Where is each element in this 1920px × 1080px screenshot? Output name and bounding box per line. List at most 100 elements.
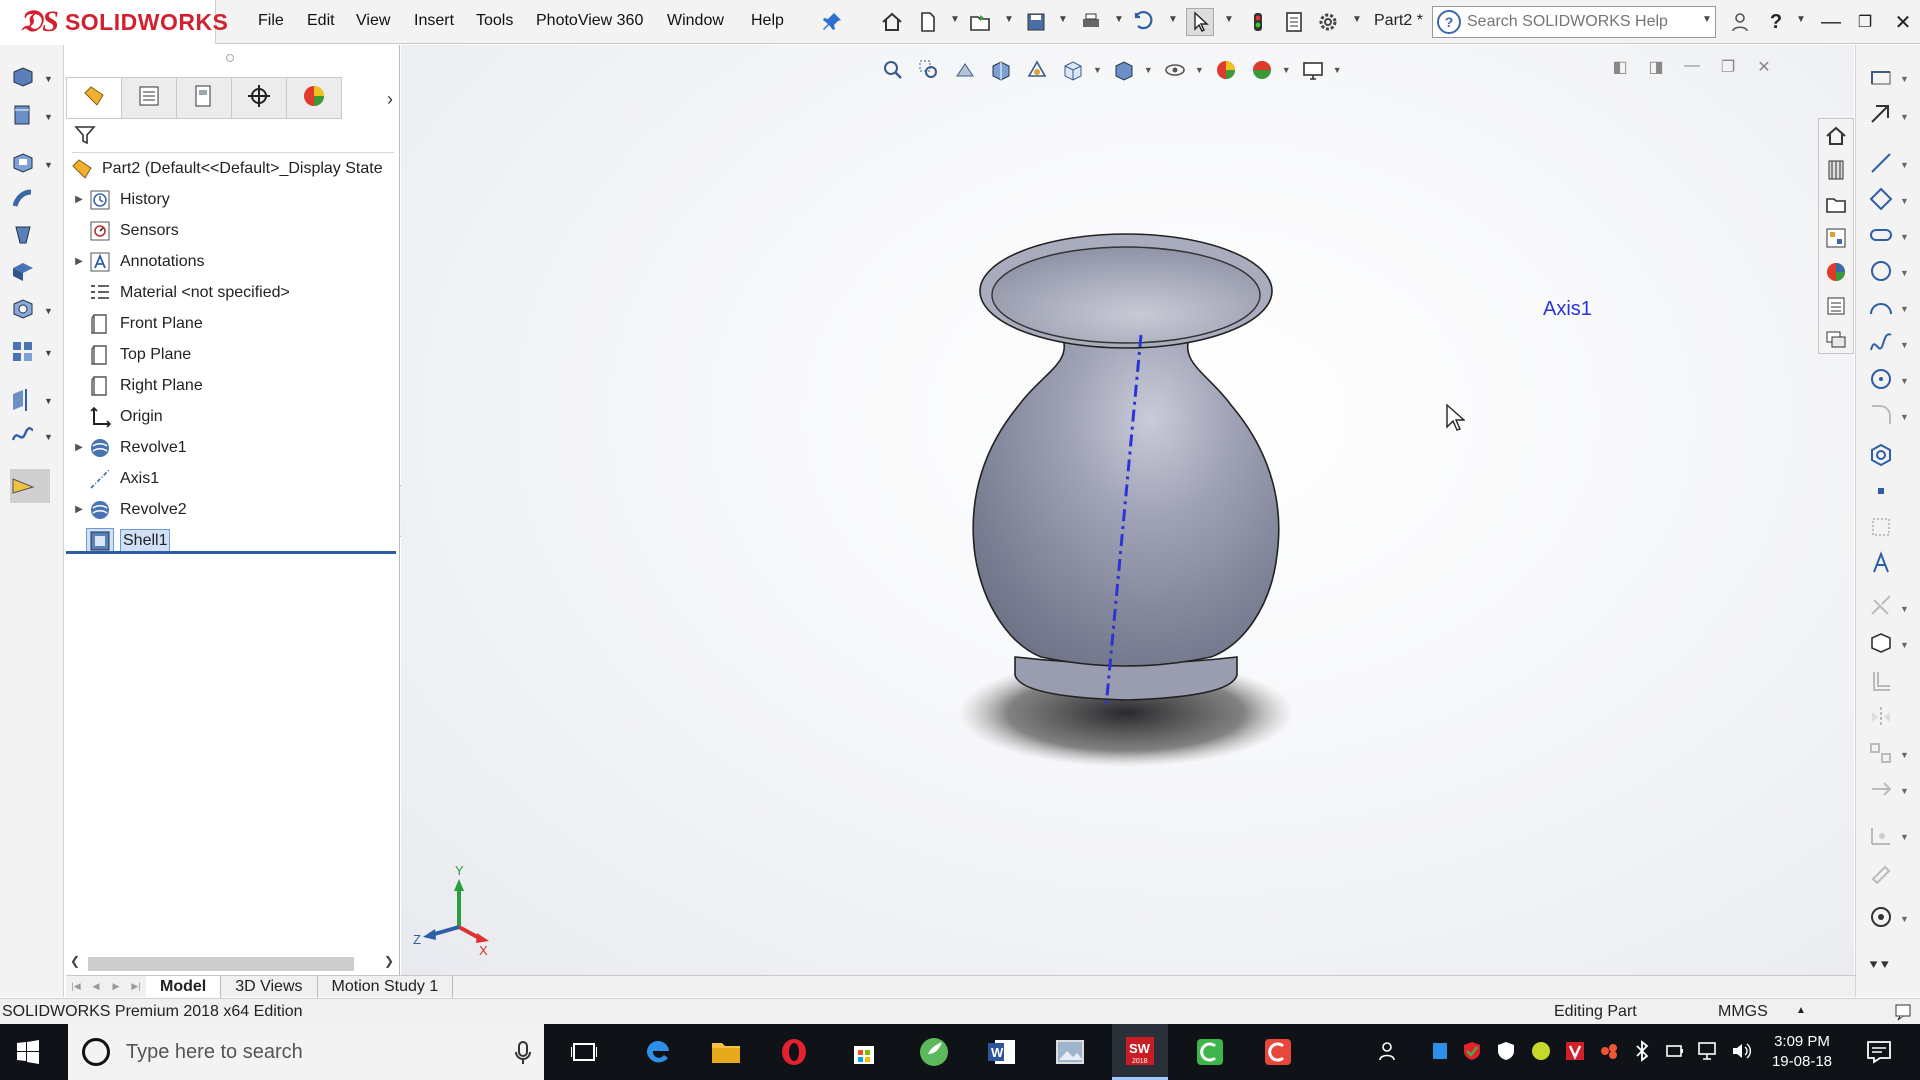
appearances-scenes-icon[interactable] (1819, 255, 1853, 289)
panel-grip-icon[interactable] (226, 54, 234, 62)
forum-chat-icon[interactable] (1819, 323, 1853, 357)
menu-tools[interactable]: Tools (476, 12, 513, 30)
print-icon[interactable] (1077, 8, 1105, 36)
defender-icon[interactable] (1496, 1040, 1516, 1066)
new-document-icon[interactable] (914, 8, 942, 36)
pin-icon[interactable] (818, 8, 846, 36)
home-icon[interactable] (878, 8, 906, 36)
solidworks-taskbar-icon[interactable]: SW 2018 (1112, 1024, 1168, 1080)
design-library-icon[interactable] (1819, 153, 1853, 187)
tree-root-part[interactable]: Part2 (Default<<Default>_Display State (66, 153, 400, 184)
scroll-right-icon[interactable]: ❯ (384, 954, 394, 968)
repair-sketch-tool[interactable] (1868, 857, 1914, 889)
file-properties-icon[interactable] (1280, 8, 1308, 36)
tab-nav-first-icon[interactable]: |◀ (66, 981, 86, 992)
photos-viewer-icon[interactable] (1042, 1024, 1098, 1080)
tab-nav-prev-icon[interactable]: ◀ (86, 981, 106, 992)
menu-window[interactable]: Window (667, 12, 724, 30)
tab-model[interactable]: Model (146, 975, 222, 998)
expand-arrow-icon[interactable]: ▶ (72, 442, 86, 453)
solidworks-logo[interactable]: 𝔇S SOLIDWORKS (0, 0, 228, 44)
smart-dimension-tool[interactable]: ▼ (1868, 101, 1914, 133)
close-button[interactable]: ✕ (1888, 8, 1918, 36)
convert-entities-tool[interactable]: ▼ (1868, 629, 1914, 661)
edge-browser-icon[interactable] (630, 1024, 686, 1080)
arc-tool[interactable]: ▼ (1868, 293, 1914, 325)
rebuild-icon[interactable] (1244, 8, 1272, 36)
bluetooth-icon[interactable] (1634, 1040, 1650, 1066)
sweep-tool[interactable] (10, 185, 54, 217)
expand-arrow-icon[interactable]: ▶ (72, 504, 86, 515)
tree-item-sensors[interactable]: Sensors (66, 215, 400, 246)
vase-model[interactable] (401, 45, 1854, 975)
options-caret-icon[interactable]: ▼ (1352, 14, 1362, 25)
tab-feature-manager[interactable] (66, 77, 122, 119)
tray-shield-green-icon[interactable] (1462, 1040, 1482, 1066)
polygon-tool[interactable] (1868, 441, 1914, 473)
move-entities-tool[interactable]: ▼ (1868, 775, 1914, 807)
tree-item-right-plane[interactable]: Right Plane (66, 370, 400, 401)
open-folder-icon[interactable] (966, 8, 994, 36)
boundary-tool[interactable] (10, 257, 54, 289)
tree-item-axis1[interactable]: Axis1 (66, 463, 400, 494)
camtasia-green-icon[interactable] (1182, 1024, 1238, 1080)
revolve-boss-tool[interactable]: ▼ (10, 101, 54, 133)
pattern-tool[interactable]: ▼ (10, 337, 54, 369)
tree-item-revolve2[interactable]: ▶ Revolve2 (66, 494, 400, 525)
word-icon[interactable]: W (974, 1024, 1030, 1080)
select-caret-icon[interactable]: ▼ (1224, 14, 1234, 25)
help-search-box[interactable]: ? (1432, 6, 1716, 38)
new-caret-icon[interactable]: ▼ (950, 14, 960, 25)
menu-view[interactable]: View (356, 12, 390, 30)
undo-icon[interactable] (1130, 8, 1158, 36)
people-icon[interactable] (1378, 1040, 1400, 1066)
instant3d-tool[interactable] (10, 469, 50, 503)
rectangle-tool[interactable]: ▼ (1868, 185, 1914, 217)
custom-properties-icon[interactable] (1819, 289, 1853, 323)
android-app-icon[interactable] (906, 1024, 962, 1080)
volume-icon[interactable] (1730, 1040, 1752, 1066)
fillet-sketch-tool[interactable]: ▼ (1868, 401, 1914, 433)
tab-nav-next-icon[interactable]: ▶ (106, 981, 126, 992)
fillet-tool[interactable]: ▼ (10, 295, 54, 327)
sketch-tool[interactable]: ▼ (1868, 63, 1914, 95)
display-relations-tool[interactable]: ▼ (1868, 821, 1914, 853)
network-icon[interactable] (1696, 1040, 1718, 1066)
tab-configuration-manager[interactable] (176, 77, 232, 119)
help-search-input[interactable] (1467, 13, 1681, 31)
tray-app-lime-icon[interactable] (1530, 1040, 1552, 1066)
axis1-label[interactable]: Axis1 (1543, 298, 1592, 321)
tree-item-top-plane[interactable]: Top Plane (66, 339, 400, 370)
help-search-caret-icon[interactable]: ▼ (1702, 14, 1712, 25)
slot-tool[interactable]: ▼ (1868, 221, 1914, 253)
help-icon[interactable]: ? (1762, 8, 1790, 36)
curves-tool[interactable]: ▼ (10, 421, 54, 453)
restore-button[interactable]: ❐ (1850, 8, 1880, 36)
tree-filter[interactable] (72, 121, 394, 153)
camtasia-orange-icon[interactable] (1250, 1024, 1306, 1080)
action-center-icon[interactable] (1866, 1040, 1892, 1068)
tree-item-origin[interactable]: Origin (66, 401, 400, 432)
file-explorer-folder-icon[interactable] (1819, 187, 1853, 221)
plane-sketch-tool[interactable] (1868, 513, 1914, 545)
tabs-more-chevron-icon[interactable]: › (387, 89, 393, 110)
expand-arrow-icon[interactable]: ▶ (72, 194, 86, 205)
undo-caret-icon[interactable]: ▼ (1168, 14, 1178, 25)
tab-display-manager[interactable] (286, 77, 342, 119)
tree-item-revolve1[interactable]: ▶ Revolve1 (66, 432, 400, 463)
menu-help[interactable]: Help (751, 12, 784, 30)
scroll-thumb[interactable] (88, 957, 354, 971)
minimize-button[interactable]: — (1816, 8, 1846, 36)
loft-tool[interactable] (10, 221, 54, 253)
menu-insert[interactable]: Insert (414, 12, 454, 30)
circle-tool[interactable]: ▼ (1868, 257, 1914, 289)
expand-arrow-icon[interactable]: ▶ (72, 256, 86, 267)
opera-browser-icon[interactable] (766, 1024, 822, 1080)
extruded-cut-tool[interactable]: ▼ (10, 149, 54, 181)
tree-item-history[interactable]: ▶ History (66, 184, 400, 215)
menu-file[interactable]: File (258, 12, 284, 30)
power-battery-icon[interactable] (1664, 1040, 1686, 1066)
quick-snaps-tool[interactable]: ▼ (1868, 903, 1914, 935)
user-account-icon[interactable] (1726, 8, 1754, 36)
tab-motion-study[interactable]: Motion Study 1 (318, 975, 454, 998)
